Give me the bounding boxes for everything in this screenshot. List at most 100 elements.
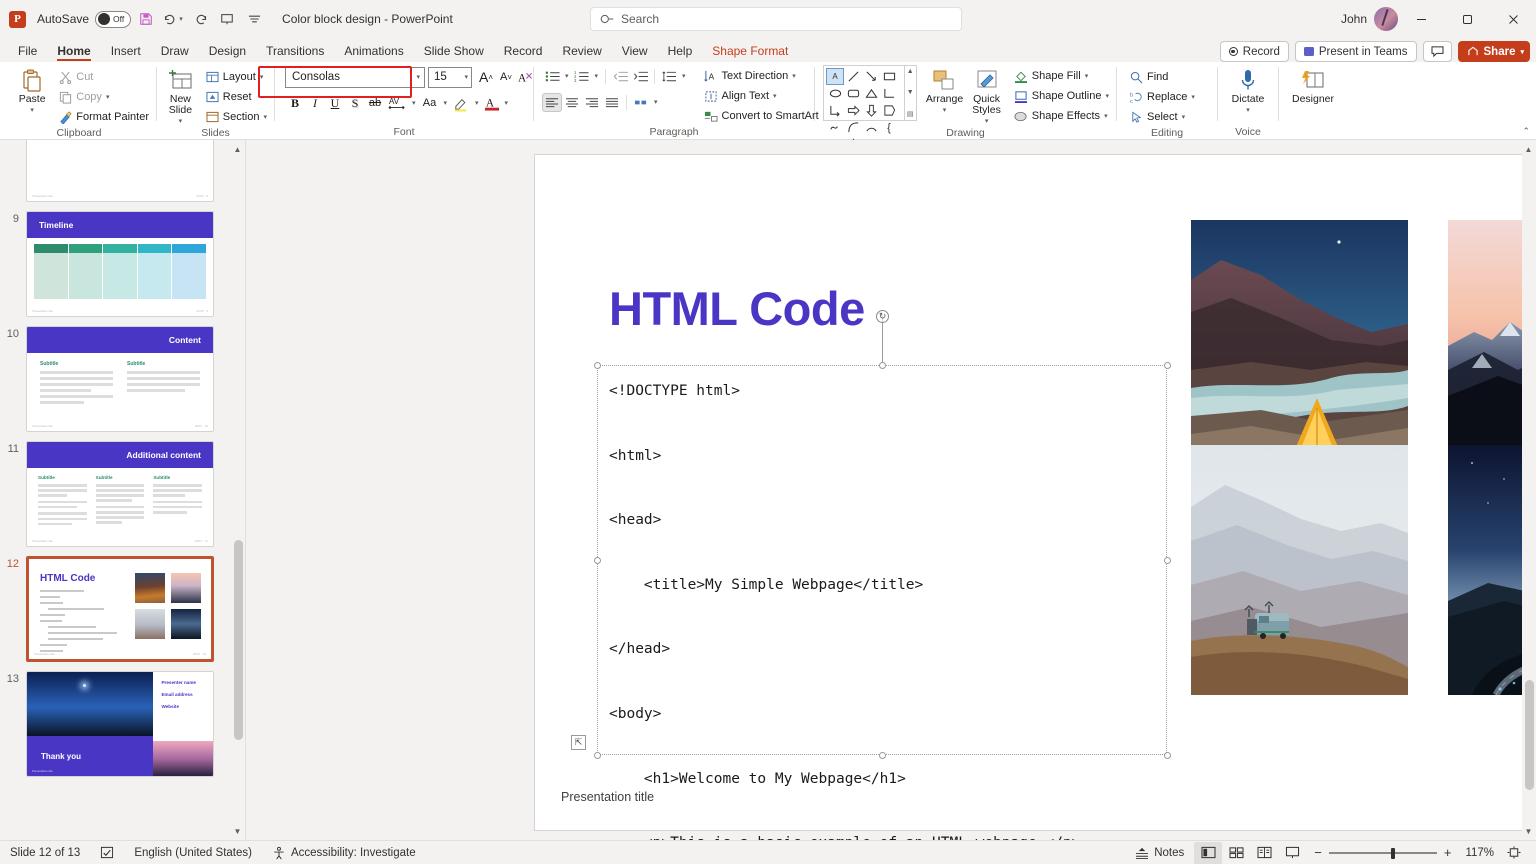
share-button[interactable]: Share ▾ — [1457, 41, 1530, 62]
reading-view-button[interactable] — [1250, 842, 1278, 864]
arrow-shape-icon[interactable] — [862, 68, 880, 85]
align-center-button[interactable] — [562, 93, 582, 112]
scroll-down-icon[interactable]: ▼ — [232, 824, 243, 838]
italic-button[interactable]: I — [305, 93, 325, 113]
search-input[interactable]: Search — [621, 12, 659, 26]
scroll-down-icon[interactable]: ▼ — [1523, 824, 1534, 838]
slide-thumbnail-10[interactable]: Content Subtitle Subtitle Presentation t… — [26, 326, 214, 432]
gallery-more-icon[interactable]: ▤ — [907, 110, 914, 118]
line-shape-icon[interactable] — [844, 68, 862, 85]
line-spacing-button[interactable] — [659, 67, 679, 86]
select-button[interactable]: Select ▾ — [1127, 107, 1198, 127]
zoom-level-label[interactable]: 117% — [1459, 841, 1500, 864]
underline-button[interactable]: U — [325, 93, 345, 113]
reset-button[interactable]: Reset — [203, 87, 270, 107]
font-color-button[interactable]: A — [482, 93, 502, 113]
language-indicator[interactable]: English (United States) — [124, 841, 262, 864]
zoom-slider[interactable]: − + — [1306, 845, 1459, 860]
thumbnail-row[interactable]: 13 Thank you Presenter name Email addres… — [0, 671, 232, 777]
save-icon[interactable] — [134, 7, 158, 31]
change-case-button[interactable]: Aa — [419, 93, 441, 113]
font-size-combobox[interactable]: 15 ▾ — [428, 66, 472, 88]
section-button[interactable]: Section ▾ — [203, 107, 270, 127]
align-left-button[interactable] — [542, 92, 562, 112]
slide-thumbnail-9[interactable]: Timeline Presentation title 20XX 9 — [26, 211, 214, 317]
slide-sorter-view-button[interactable] — [1222, 842, 1250, 864]
decrease-indent-button[interactable] — [610, 67, 630, 86]
canvas-vertical-scrollbar[interactable]: ▲ ▼ — [1522, 140, 1536, 840]
layout-button[interactable]: Layout ▾ — [203, 67, 270, 87]
resize-handle-bottom-left[interactable] — [593, 751, 601, 759]
scroll-up-icon[interactable]: ▲ — [1523, 142, 1534, 156]
dictate-button[interactable]: Dictate ▾ — [1225, 65, 1271, 116]
scroll-up-icon[interactable]: ▲ — [232, 142, 243, 156]
slideshow-view-button[interactable] — [1278, 842, 1306, 864]
resize-handle-top-center[interactable] — [878, 361, 886, 369]
undo-icon[interactable]: ▾ — [161, 7, 185, 31]
replace-button[interactable]: bc Replace ▾ — [1127, 87, 1198, 107]
rectangle-shape-icon[interactable] — [880, 68, 898, 85]
slide-thumbnail-12[interactable]: HTML Code Presentation title 20XX 12 — [26, 556, 214, 662]
collapse-ribbon-button[interactable]: ⌃ — [1522, 126, 1530, 137]
rotation-handle[interactable]: ↻ — [876, 310, 889, 323]
triangle-shape-icon[interactable] — [862, 85, 880, 102]
tab-home[interactable]: Home — [47, 40, 100, 62]
thumbnail-row[interactable]: 12 HTML Code Presentation title 20XX 12 — [0, 556, 232, 662]
resize-handle-middle-left[interactable] — [593, 556, 601, 564]
text-box-shape-icon[interactable]: A — [826, 68, 844, 85]
paste-button[interactable]: Paste ▾ — [14, 65, 50, 116]
resize-handle-bottom-right[interactable] — [1163, 751, 1171, 759]
clear-all-formatting-icon[interactable]: A — [516, 67, 536, 87]
normal-view-button[interactable] — [1194, 841, 1223, 864]
tab-design[interactable]: Design — [199, 40, 256, 62]
tab-record[interactable]: Record — [494, 40, 553, 62]
resize-handle-top-right[interactable] — [1163, 361, 1171, 369]
columns-button[interactable] — [631, 93, 651, 112]
van-hilltop-mist-photo[interactable] — [1191, 445, 1408, 695]
redo-icon[interactable] — [188, 7, 212, 31]
convert-to-smartart-button[interactable]: Convert to SmartArt ▾ — [701, 106, 830, 126]
record-button[interactable]: Record — [1219, 41, 1289, 62]
thumbnail-scrollbar[interactable]: ▲ ▼ — [231, 140, 245, 840]
resize-handle-bottom-center[interactable] — [878, 751, 886, 759]
tent-canyon-dusk-photo[interactable] — [1191, 220, 1408, 470]
restore-button[interactable] — [1444, 0, 1490, 38]
slide-count-indicator[interactable]: Slide 12 of 13 — [0, 841, 90, 864]
tab-slide-show[interactable]: Slide Show — [414, 40, 494, 62]
tab-review[interactable]: Review — [552, 40, 611, 62]
slide-title[interactable]: HTML Code — [609, 281, 865, 336]
down-arrow-shape-icon[interactable] — [862, 102, 880, 119]
increase-font-size-button[interactable]: A ˄ — [476, 67, 496, 87]
tab-shape-format[interactable]: Shape Format — [702, 40, 798, 62]
elbow-connector-shape-icon[interactable] — [880, 85, 898, 102]
tab-help[interactable]: Help — [658, 40, 703, 62]
pentagon-shape-icon[interactable] — [880, 102, 898, 119]
comments-button[interactable] — [1422, 41, 1452, 62]
shape-fill-button[interactable]: Shape Fill ▾ — [1011, 66, 1112, 86]
format-painter-button[interactable]: Format Painter — [56, 107, 152, 127]
resize-handle-middle-right[interactable] — [1163, 556, 1171, 564]
zoom-out-button[interactable]: − — [1314, 845, 1322, 860]
copy-button[interactable]: Copy ▾ — [56, 87, 152, 107]
text-shadow-button[interactable]: S — [345, 93, 365, 113]
search-box[interactable]: Search — [590, 7, 962, 31]
strikethrough-button[interactable]: ab — [365, 93, 385, 113]
new-slide-button[interactable]: New Slide ▾ — [161, 65, 200, 127]
align-text-button[interactable]: Align Text ▾ — [701, 86, 830, 106]
thumbnail-scrollbar-thumb[interactable] — [234, 540, 243, 740]
canvas-scrollbar-thumb[interactable] — [1525, 680, 1534, 790]
elbow-arrow-shape-icon[interactable] — [826, 102, 844, 119]
text-direction-button[interactable]: A Text Direction ▾ — [701, 66, 830, 86]
font-name-combobox[interactable]: Consolas ▾ — [285, 66, 425, 88]
spellcheck-button[interactable] — [90, 841, 124, 864]
slide-thumbnail-13[interactable]: Thank you Presenter name Email address W… — [26, 671, 214, 777]
slide-canvas[interactable]: HTML Code ↻ <!DOCTYPE html> <html> <head… — [535, 155, 1536, 851]
bold-button[interactable]: B — [285, 93, 305, 113]
zoom-in-button[interactable]: + — [1444, 845, 1452, 860]
decrease-font-size-button[interactable]: A ˅ — [496, 67, 516, 87]
thumbnail-row[interactable]: 10 Content Subtitle Subtitle Presentatio… — [0, 326, 232, 432]
gallery-scroll-down-icon[interactable]: ▼ — [907, 89, 914, 96]
tab-file[interactable]: File — [8, 40, 47, 62]
increase-indent-button[interactable] — [630, 67, 650, 86]
text-highlight-color-button[interactable] — [450, 93, 472, 113]
